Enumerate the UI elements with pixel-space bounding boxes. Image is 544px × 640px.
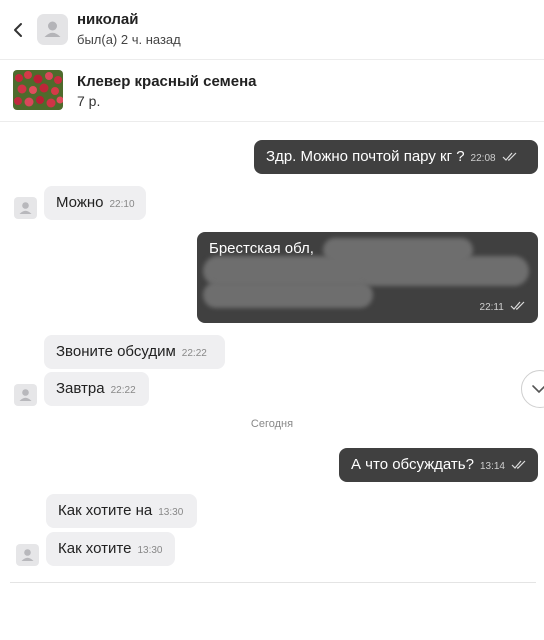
message-composer[interactable] [0,583,544,640]
message-time: 13:30 [137,545,163,556]
scroll-to-bottom-button[interactable] [521,370,544,408]
sender-avatar [16,544,39,566]
message-time: 22:11 [479,302,504,313]
sender-avatar [14,384,37,406]
user-avatar-icon [21,549,34,561]
message-incoming[interactable]: Как хотите на 13:30 [46,494,197,528]
message-outgoing[interactable]: Здр. Можно почтой пару кг ? 22:08 [254,140,538,174]
back-button[interactable] [10,19,28,41]
user-avatar-icon [19,202,32,214]
user-avatar-icon [44,21,61,37]
user-name[interactable]: николай [77,11,138,28]
product-card[interactable]: Клевер красный семена 7 р. [0,60,544,122]
message-incoming[interactable]: Завтра 22:22 [44,372,149,406]
message-incoming[interactable]: Как хотите 13:30 [46,532,175,566]
message-time: 22:08 [470,153,496,164]
sender-avatar [14,197,37,219]
message-time: 22:22 [110,385,136,396]
message-incoming[interactable]: Звоните обсудим 22:22 [44,335,225,369]
message-time: 13:14 [479,461,505,472]
message-text: А что обсуждать? [351,456,474,473]
message-time: 13:30 [158,507,184,518]
back-arrow-icon [14,23,22,37]
day-separator: Сегодня [250,418,294,430]
message-text: Можно [56,194,104,211]
user-last-seen: был(а) 2 ч. назад [77,32,181,47]
message-text: Как хотите [58,540,132,557]
message-text: Здр. Можно почтой пару кг ? [266,148,465,165]
user-avatar[interactable] [37,14,68,45]
message-outgoing[interactable]: А что обсуждать? 13:14 [339,448,538,482]
product-title: Клевер красный семена [77,73,257,90]
double-check-icon [510,301,525,310]
product-image [13,70,63,110]
message-text: Брестская обл, [209,240,314,257]
message-time: 22:22 [181,348,207,359]
message-incoming[interactable]: Можно 22:10 [44,186,146,220]
chevron-down-icon [532,385,544,394]
message-text: Как хотите на [58,502,153,519]
message-outgoing[interactable]: Брестская обл, 22:11 [197,232,538,323]
double-check-icon [511,460,526,469]
message-text: Звоните обсудим [56,343,176,360]
user-avatar-icon [19,389,32,401]
message-text: Завтра [56,380,105,397]
message-time: 22:10 [109,199,135,210]
product-price: 7 р. [77,93,101,109]
chat-header: николай был(а) 2 ч. назад [0,0,544,60]
double-check-icon [502,152,517,161]
